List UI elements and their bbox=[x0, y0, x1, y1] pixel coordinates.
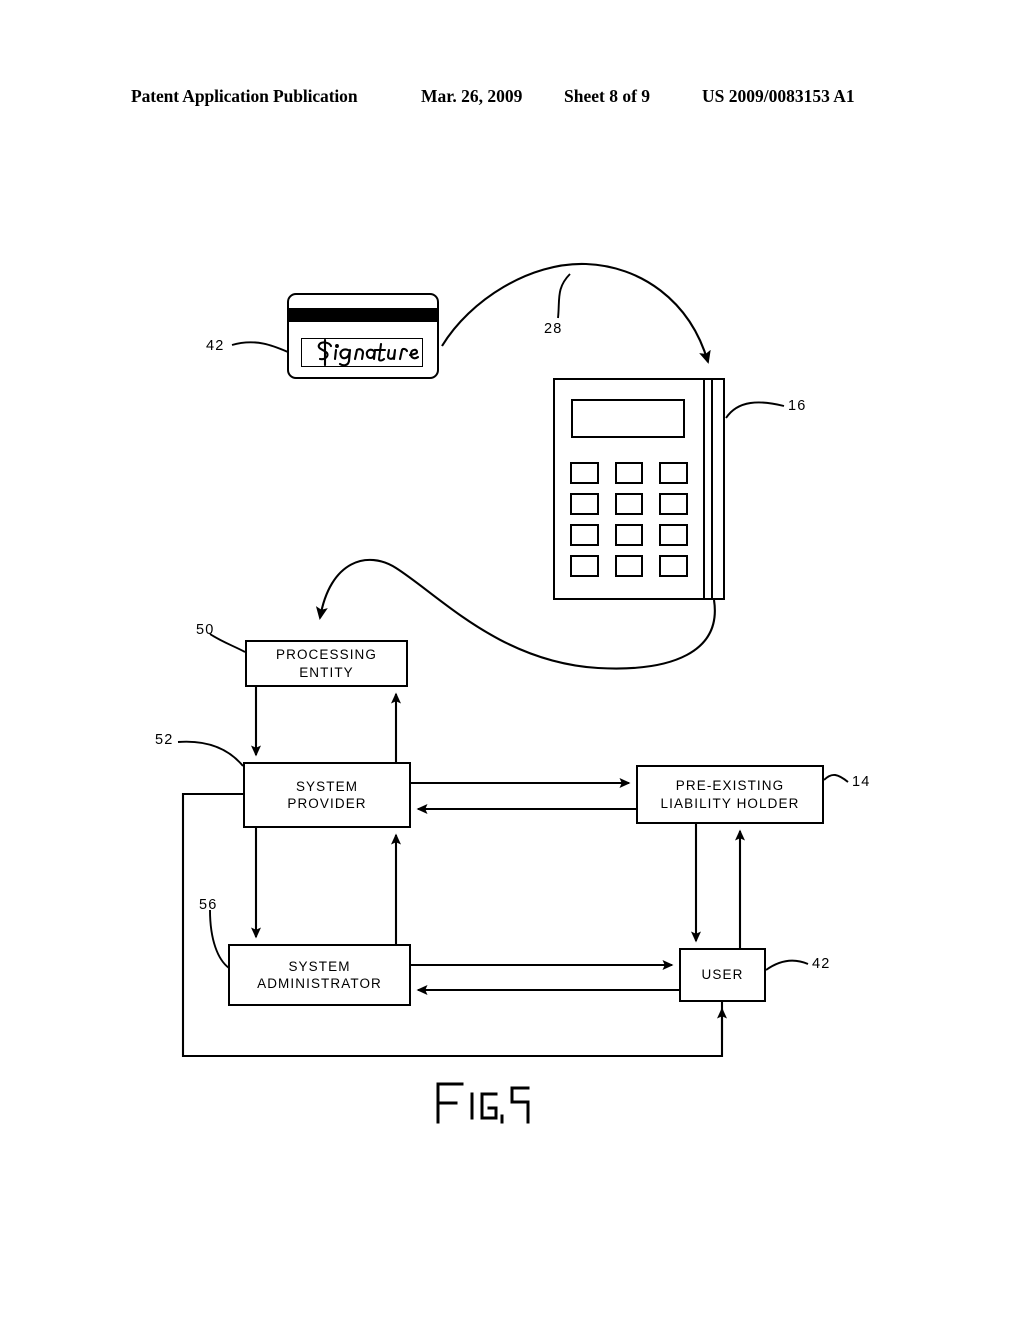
reference-numeral-50: 50 bbox=[196, 622, 215, 638]
keypad-key[interactable] bbox=[659, 555, 688, 577]
keypad-key[interactable] bbox=[659, 462, 688, 484]
reference-numeral-52: 52 bbox=[155, 732, 174, 748]
handwritten-signature-icon bbox=[317, 339, 420, 366]
reference-numeral-56: 56 bbox=[199, 897, 218, 913]
terminal-display-screen bbox=[571, 399, 685, 438]
flow-box-system-provider: SYSTEM PROVIDER bbox=[243, 762, 411, 828]
card-swipe-slot-channel bbox=[711, 380, 713, 598]
reference-numeral-42-card: 42 bbox=[206, 338, 225, 354]
flow-box-system-administrator: SYSTEM ADMINISTRATOR bbox=[228, 944, 411, 1006]
flow-box-processing-entity: PROCESSING ENTITY bbox=[245, 640, 408, 687]
flow-box-processing-entity-line2: ENTITY bbox=[299, 664, 354, 680]
flow-box-user: USER bbox=[679, 948, 766, 1002]
flow-box-liability-holder-line2: LIABILITY HOLDER bbox=[660, 795, 800, 811]
feedback-loop-user-to-provider bbox=[181, 792, 724, 1058]
reference-numeral-28: 28 bbox=[544, 321, 563, 337]
flow-box-liability-holder-line1: PRE-EXISTING bbox=[675, 778, 785, 794]
figure-caption-glyphs bbox=[436, 1082, 530, 1124]
figure-caption bbox=[432, 1078, 552, 1128]
flow-box-system-administrator-line2: ADMINISTRATOR bbox=[257, 976, 382, 991]
keypad-key[interactable] bbox=[659, 524, 688, 546]
magnetic-stripe-icon bbox=[287, 308, 439, 322]
reference-numeral-16: 16 bbox=[788, 398, 807, 414]
reference-numeral-14: 14 bbox=[852, 774, 871, 790]
card-swipe-slot bbox=[705, 378, 725, 600]
keypad-key[interactable] bbox=[570, 462, 599, 484]
keypad-key[interactable] bbox=[570, 555, 599, 577]
keypad-key[interactable] bbox=[614, 462, 644, 484]
reference-numeral-42-user: 42 bbox=[812, 956, 831, 972]
keypad-key[interactable] bbox=[614, 555, 644, 577]
flow-box-user-line1: USER bbox=[701, 967, 744, 983]
keypad-key[interactable] bbox=[570, 493, 599, 515]
keypad-key[interactable] bbox=[614, 493, 644, 515]
keypad-key[interactable] bbox=[570, 524, 599, 546]
flow-box-liability-holder: PRE-EXISTING LIABILITY HOLDER bbox=[636, 765, 824, 824]
terminal-keypad bbox=[570, 462, 688, 577]
credit-card-graphic bbox=[287, 293, 439, 379]
flow-box-system-provider-line1: SYSTEM bbox=[295, 778, 359, 794]
card-reader-terminal-graphic bbox=[553, 378, 725, 600]
flow-box-system-administrator-line1: SYSTEM bbox=[288, 958, 351, 974]
keypad-key[interactable] bbox=[614, 524, 644, 546]
flow-box-processing-entity-line1: PROCESSING bbox=[275, 647, 378, 663]
flow-box-system-provider-line2: PROVIDER bbox=[287, 796, 367, 811]
keypad-key[interactable] bbox=[659, 493, 688, 515]
arrow-card-to-terminal bbox=[441, 262, 711, 364]
signature-box bbox=[301, 338, 423, 367]
